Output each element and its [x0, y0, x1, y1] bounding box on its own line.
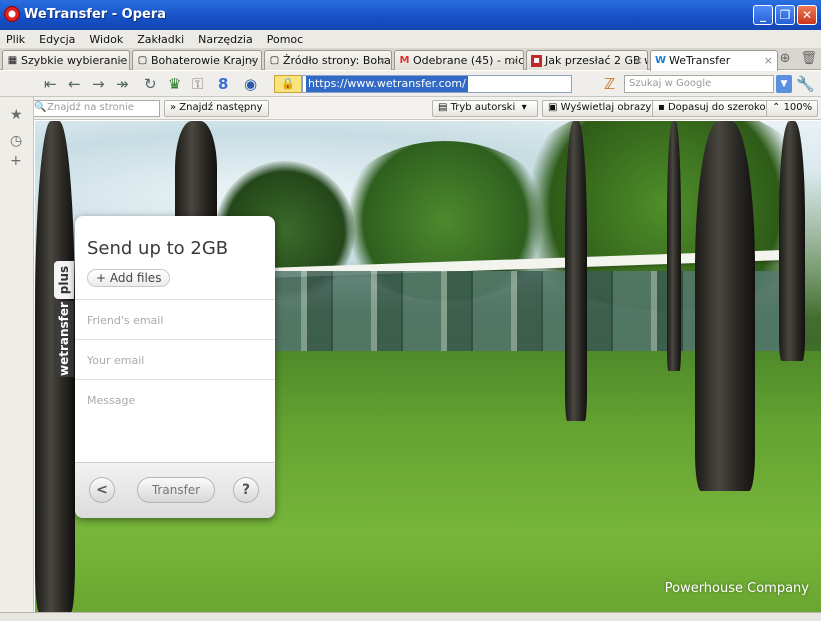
tab-wetransfer[interactable]: W WeTransfer × [650, 50, 778, 71]
tab-bohaterowie[interactable]: ▢ Bohaterowie Krajny 2… × [132, 50, 262, 70]
author-mode-label: Tryb autorski [450, 102, 516, 113]
forward-icon[interactable]: → [92, 75, 105, 93]
search-icon: 🔍 [34, 102, 47, 113]
friend-email-field[interactable]: Friend's email [75, 300, 275, 340]
address-field[interactable]: https://www.wetransfer.com/ [302, 75, 572, 93]
speed-dial-icon: ▦ [7, 55, 18, 66]
window-title: WeTransfer - Opera [24, 7, 166, 22]
tab-jak-przeslac[interactable]: ▪ Jak przesłać 2 GB w z… × [526, 50, 648, 70]
tab-gmail[interactable]: M Odebrane (45) - mich… × [394, 50, 524, 70]
search-engine-icon[interactable]: ℤ [604, 75, 615, 93]
tree-trunk [667, 121, 681, 371]
upload-panel: Send up to 2GB + Add files Friend's emai… [75, 216, 275, 518]
your-email-field[interactable]: Your email [75, 340, 275, 380]
zoom-field[interactable]: ⌃ 100% [766, 100, 818, 117]
share-icon: < [96, 482, 108, 498]
fast-forward-icon[interactable]: ↠ [116, 75, 129, 93]
photo-credit[interactable]: Powerhouse Company [665, 581, 809, 596]
close-tab-icon[interactable]: × [634, 54, 643, 67]
close-tab-icon[interactable]: × [116, 54, 125, 67]
maximize-button[interactable]: ❐ [775, 5, 795, 25]
close-button[interactable]: ✕ [797, 5, 817, 25]
show-images-label: Wyświetlaj obrazy [560, 102, 652, 113]
window-controls: _ ❐ ✕ [753, 5, 817, 25]
tab-label: Źródło strony: Bohat… [283, 54, 391, 67]
tab-speed-dial[interactable]: ▦ Szybkie wybieranie × [2, 50, 130, 70]
tab-label: Bohaterowie Krajny 2… [151, 54, 261, 67]
opera-logo-icon [4, 6, 20, 22]
window-titlebar: WeTransfer - Opera _ ❐ ✕ [0, 0, 821, 30]
page-content: Powerhouse Company plus wetransfer Send … [35, 121, 821, 612]
lock-icon[interactable]: 🔒 [274, 75, 302, 93]
wetransfer-tab-label: wetransfer [57, 302, 72, 376]
tab-label: Szybkie wybieranie [21, 54, 128, 67]
tab-controls: ⊕ 🗑 [780, 51, 817, 66]
wrench-icon[interactable]: 🔧 [796, 75, 815, 93]
back-icon[interactable]: ← [68, 75, 81, 93]
rewind-icon[interactable]: ⇤ [44, 75, 57, 93]
add-files-button[interactable]: + Add files [87, 269, 171, 287]
history-clock-icon[interactable]: ◷ [10, 133, 22, 149]
close-tab-icon[interactable]: × [510, 54, 519, 67]
menu-item-tools[interactable]: Narzędzia [198, 33, 253, 46]
find-placeholder: Znajdź na stronie [47, 102, 134, 113]
upload-panel-footer: < Transfer ? [75, 462, 275, 518]
upload-title: Send up to 2GB [87, 238, 229, 259]
tab-label: Odebrane (45) - mich… [413, 54, 524, 67]
share-button[interactable]: < [89, 477, 115, 503]
search-input[interactable]: Szukaj w Google [624, 75, 774, 93]
menu-bar: Plik Edycja Widok Zakładki Narzędzia Pom… [0, 30, 821, 48]
bookmarks-star-icon[interactable]: ★ [10, 107, 23, 123]
tree-trunk [779, 121, 805, 361]
fit-width-label: Dopasuj do szerokości [667, 102, 780, 113]
tree-trunk [695, 121, 755, 491]
tab-page-source[interactable]: ▢ Źródło strony: Bohat… × [264, 50, 392, 70]
key-icon[interactable]: ⚿ [192, 75, 203, 93]
side-panel: ★ ◷ + [0, 97, 34, 612]
extension-icon[interactable]: ◉ [244, 75, 257, 93]
transfer-button[interactable]: Transfer [137, 477, 215, 503]
google-plus-icon[interactable]: 8 [218, 75, 228, 93]
menu-item-edit[interactable]: Edycja [39, 33, 75, 46]
gmail-icon: M [399, 55, 410, 66]
tab-label: WeTransfer [669, 54, 731, 67]
wetransfer-icon: W [655, 55, 667, 66]
author-mode-dropdown[interactable]: ▤ Tryb autorski ▾ [432, 100, 538, 117]
page-icon: ▢ [137, 55, 148, 66]
plus-side-tab[interactable]: plus [54, 261, 74, 299]
close-tab-icon[interactable]: × [248, 54, 257, 67]
site-icon: ▪ [531, 55, 542, 67]
menu-item-bookmarks[interactable]: Zakładki [137, 33, 184, 46]
message-field[interactable]: Message [75, 380, 275, 462]
menu-item-help[interactable]: Pomoc [267, 33, 303, 46]
status-bar [0, 612, 821, 621]
crown-icon[interactable]: ♛ [168, 75, 181, 93]
find-input[interactable]: 🔍 Znajdź na stronie [30, 100, 160, 117]
add-panel-icon[interactable]: + [10, 153, 22, 169]
menu-item-file[interactable]: Plik [6, 33, 25, 46]
upload-panel-header: Send up to 2GB + Add files [75, 216, 275, 300]
zoom-value: 100% [783, 102, 813, 113]
plus-tab-label: plus [57, 265, 72, 295]
search-dropdown-icon[interactable]: ▼ [776, 75, 792, 93]
reload-icon[interactable]: ↻ [144, 75, 157, 93]
find-next-button[interactable]: » Znajdź następny [164, 100, 269, 117]
tab-bar: ▦ Szybkie wybieranie × ▢ Bohaterowie Kra… [0, 48, 821, 71]
tab-label: Jak przesłać 2 GB w z… [545, 54, 647, 67]
help-button[interactable]: ? [233, 477, 259, 503]
trash-icon[interactable]: 🗑 [800, 51, 817, 66]
navigation-bar: ⇤ ← → ↠ ↻ ♛ ⚿ 8 ◉ 🔒 https://www.wetransf… [0, 71, 821, 97]
new-tab-icon[interactable]: ⊕ [780, 51, 791, 66]
address-url[interactable]: https://www.wetransfer.com/ [306, 76, 468, 92]
find-next-label: Znajdź następny [179, 102, 263, 113]
tree-trunk [565, 121, 587, 421]
page-icon: ▢ [269, 55, 280, 66]
close-tab-icon[interactable]: × [764, 54, 773, 67]
menu-item-view[interactable]: Widok [89, 33, 123, 46]
show-images-button[interactable]: ▣ Wyświetlaj obrazy [542, 100, 658, 117]
wetransfer-side-tab[interactable]: wetransfer [54, 301, 74, 377]
close-tab-icon[interactable]: × [378, 54, 387, 67]
find-bar: 🔍 Znajdź na stronie » Znajdź następny ▤ … [0, 97, 821, 120]
minimize-button[interactable]: _ [753, 5, 773, 25]
